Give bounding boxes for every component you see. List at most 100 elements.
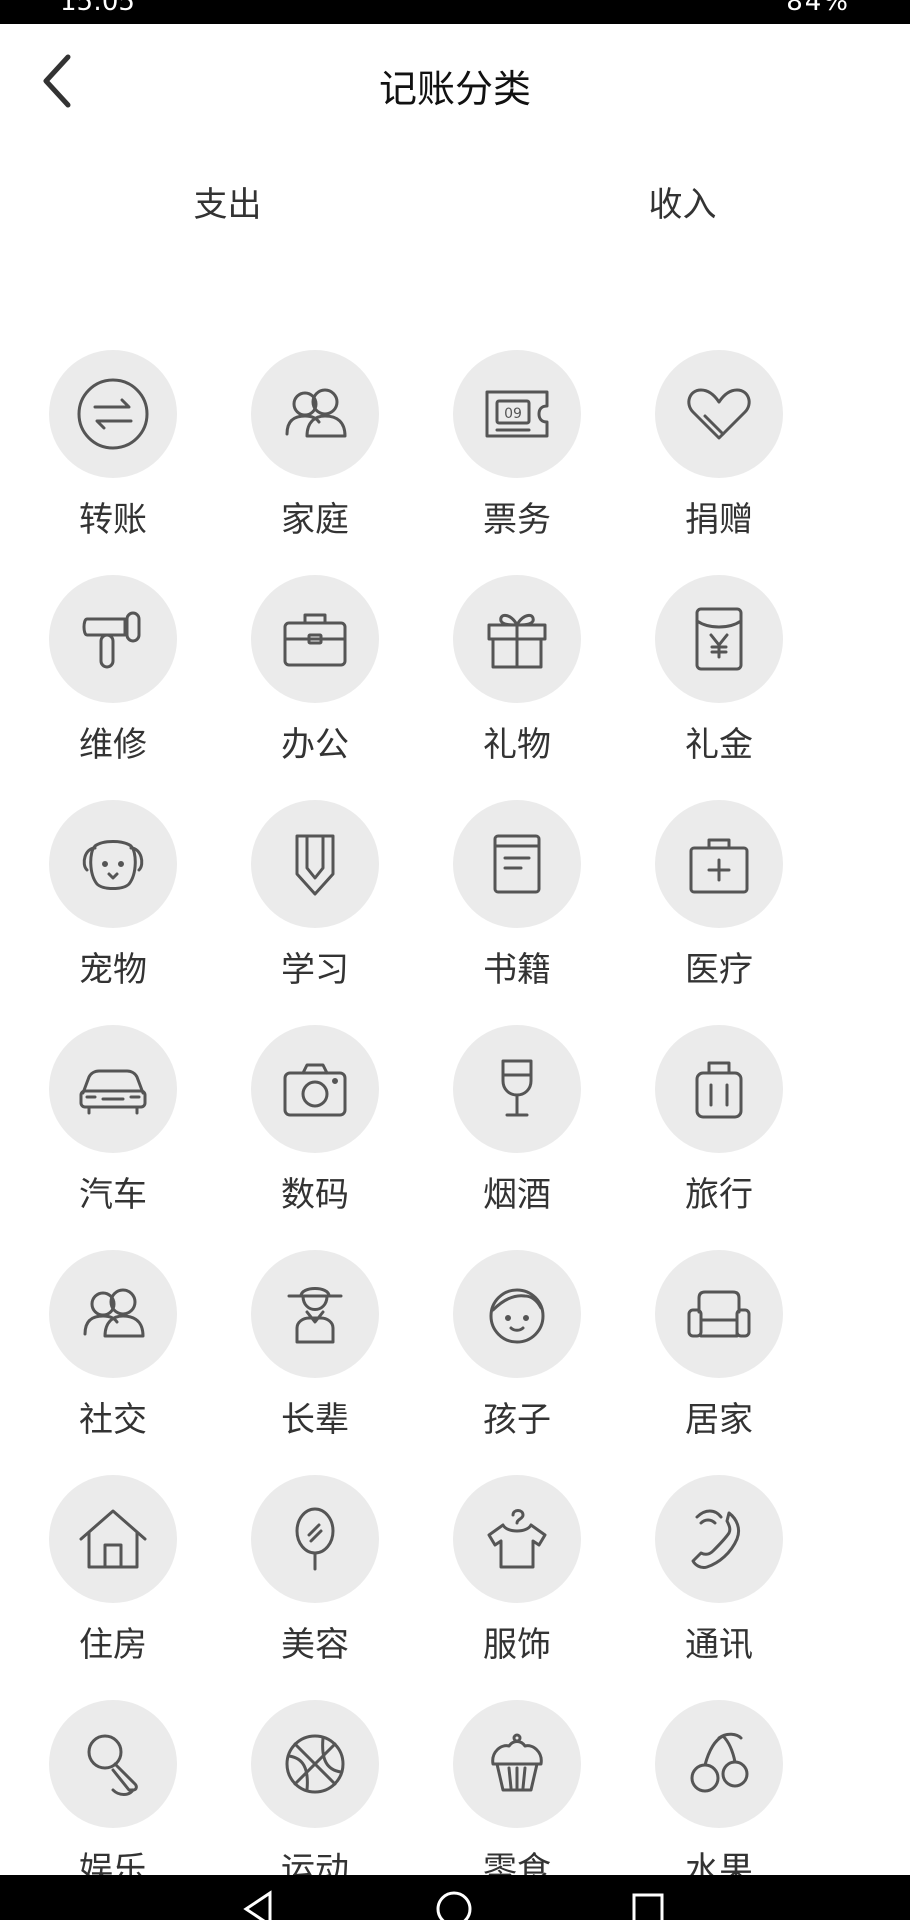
- category-icon-circle: [251, 1025, 379, 1153]
- category-item-beauty[interactable]: 美容: [214, 1475, 416, 1700]
- hammer-icon: [82, 611, 141, 669]
- shirt-hanger-icon: [487, 1509, 547, 1569]
- category-item-alcohol[interactable]: 烟酒: [416, 1025, 618, 1250]
- category-icon-circle: [453, 800, 581, 928]
- category-label: 水果: [685, 1850, 753, 1875]
- category-icon-circle: [49, 350, 177, 478]
- nav-recents-icon[interactable]: [628, 1889, 668, 1920]
- category-item-home[interactable]: 居家: [618, 1250, 820, 1475]
- category-label: 礼金: [685, 725, 753, 765]
- category-item-fruit[interactable]: 水果: [618, 1700, 820, 1875]
- category-label: 零食: [483, 1850, 551, 1875]
- category-label: 烟酒: [483, 1175, 551, 1215]
- sofa-icon: [687, 1290, 751, 1338]
- category-label: 维修: [79, 725, 147, 765]
- category-icon-circle: [251, 1700, 379, 1828]
- briefcase-icon: [283, 613, 347, 667]
- category-label: 孩子: [483, 1400, 551, 1440]
- page-title: 记账分类: [378, 67, 531, 111]
- category-icon-circle: [453, 575, 581, 703]
- category-icon-circle: [251, 350, 379, 478]
- category-icon-circle: [49, 1250, 177, 1378]
- category-item-digital[interactable]: 数码: [214, 1025, 416, 1250]
- category-icon-circle: [655, 1700, 783, 1828]
- status-time: 15:05: [60, 0, 135, 17]
- category-item-clothing[interactable]: 服饰: [416, 1475, 618, 1700]
- header: 记账分类: [0, 24, 910, 140]
- category-label: 捐赠: [685, 500, 753, 540]
- category-item-red-envelope[interactable]: 礼金: [618, 575, 820, 800]
- category-icon-circle: [453, 1700, 581, 1828]
- category-label: 社交: [79, 1400, 147, 1440]
- category-label: 书籍: [483, 950, 551, 990]
- category-item-elders[interactable]: 长辈: [214, 1250, 416, 1475]
- category-item-medical[interactable]: 医疗: [618, 800, 820, 1025]
- category-item-books[interactable]: 书籍: [416, 800, 618, 1025]
- category-item-kids[interactable]: 孩子: [416, 1250, 618, 1475]
- category-label: 宠物: [79, 950, 147, 990]
- nav-back-icon[interactable]: [240, 1889, 280, 1920]
- category-item-communication[interactable]: 通讯: [618, 1475, 820, 1700]
- ticket-icon: 09: [485, 390, 549, 438]
- transfer-icon: [77, 378, 149, 450]
- category-item-entertainment[interactable]: 娱乐: [12, 1700, 214, 1875]
- category-item-housing[interactable]: 住房: [12, 1475, 214, 1700]
- category-item-social[interactable]: 社交: [12, 1250, 214, 1475]
- category-label: 票务: [483, 500, 551, 540]
- category-label: 数码: [281, 1175, 349, 1215]
- basketball-icon: [285, 1734, 345, 1794]
- car-icon: [79, 1069, 147, 1115]
- category-icon-circle: [49, 800, 177, 928]
- category-icon-circle: [655, 350, 783, 478]
- category-icon-circle: [453, 1025, 581, 1153]
- category-item-transfer[interactable]: 转账: [12, 350, 214, 575]
- category-icon-circle: [49, 575, 177, 703]
- category-item-repair[interactable]: 维修: [12, 575, 214, 800]
- category-label: 家庭: [281, 500, 349, 540]
- category-label: 服饰: [483, 1625, 551, 1665]
- category-item-family[interactable]: 家庭: [214, 350, 416, 575]
- category-label: 办公: [281, 725, 349, 765]
- gift-icon: [487, 614, 547, 669]
- category-label: 住房: [79, 1625, 147, 1665]
- pencil-icon: [295, 834, 335, 896]
- category-item-travel[interactable]: 旅行: [618, 1025, 820, 1250]
- category-label: 汽车: [79, 1175, 147, 1215]
- child-face-icon: [489, 1288, 545, 1344]
- medical-kit-icon: [689, 838, 749, 894]
- category-icon-circle: [251, 575, 379, 703]
- wine-glass-icon: [501, 1059, 533, 1117]
- category-item-study[interactable]: 学习: [214, 800, 416, 1025]
- category-item-pet[interactable]: 宠物: [12, 800, 214, 1025]
- category-icon-circle: [453, 1475, 581, 1603]
- category-icon-circle: [655, 1475, 783, 1603]
- category-item-snacks[interactable]: 零食: [416, 1700, 618, 1875]
- donation-heart-icon: [687, 388, 751, 440]
- category-label: 通讯: [685, 1625, 753, 1665]
- category-item-donation[interactable]: 捐赠: [618, 350, 820, 575]
- phone-icon: [691, 1509, 741, 1569]
- category-icon-circle: [251, 1250, 379, 1378]
- category-label: 医疗: [685, 950, 753, 990]
- tab-income[interactable]: 收入: [455, 170, 910, 240]
- category-item-gift[interactable]: 礼物: [416, 575, 618, 800]
- category-label: 运动: [281, 1850, 349, 1875]
- suitcase-icon: [695, 1061, 743, 1119]
- category-icon-circle: [655, 800, 783, 928]
- category-item-ticket[interactable]: 09 票务: [416, 350, 618, 575]
- category-icon-circle: 09: [453, 350, 581, 478]
- status-battery: 84%: [786, 0, 850, 17]
- tab-expense[interactable]: 支出: [0, 170, 455, 240]
- tab-bar: 支出 收入: [0, 170, 910, 240]
- social-people-icon: [83, 1288, 145, 1338]
- category-item-car[interactable]: 汽车: [12, 1025, 214, 1250]
- microphone-icon: [87, 1734, 138, 1796]
- category-icon-circle: [655, 1025, 783, 1153]
- nav-home-icon[interactable]: [434, 1889, 474, 1920]
- category-icon-circle: [655, 575, 783, 703]
- system-nav-bar: [0, 1875, 910, 1920]
- camera-icon: [283, 1063, 347, 1117]
- category-grid: 转账 家庭 09 票务 捐赠 维修 办公 礼物 礼金 宠物 学习 书籍 医疗 汽…: [0, 350, 910, 1875]
- category-item-sports[interactable]: 运动: [214, 1700, 416, 1875]
- category-item-office[interactable]: 办公: [214, 575, 416, 800]
